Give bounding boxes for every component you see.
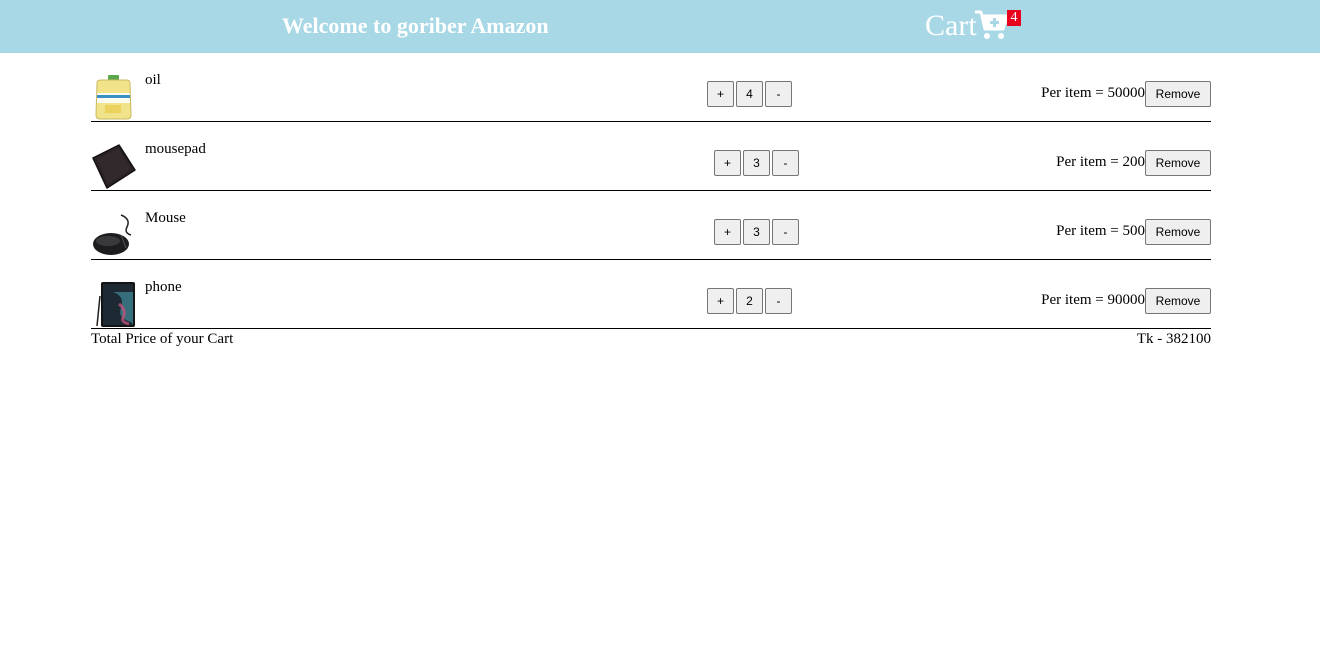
- item-name: phone: [145, 279, 182, 295]
- price-area: Per item = 90000 Remove: [1041, 288, 1211, 314]
- increase-quantity-button[interactable]: +: [707, 288, 734, 314]
- price-area: Per item = 200 Remove: [1056, 150, 1211, 176]
- cart-row-oil: oil + 4 - Per item = 50000 Remove: [91, 71, 1211, 122]
- quantity-value: 2: [736, 288, 763, 314]
- quantity-stepper: + 3 -: [714, 150, 799, 176]
- increase-quantity-button[interactable]: +: [714, 150, 741, 176]
- quantity-stepper: + 3 -: [714, 219, 799, 245]
- quantity-stepper: + 2 -: [707, 288, 792, 314]
- per-item-price: Per item = 500: [1056, 222, 1145, 239]
- price-area: Per item = 500 Remove: [1056, 219, 1211, 245]
- price-area: Per item = 50000 Remove: [1041, 81, 1211, 107]
- site-header: Welcome to goriber Amazon Cart 4: [0, 0, 1320, 53]
- cart-count-badge: 4: [1007, 10, 1021, 26]
- cart-label: Cart: [925, 9, 977, 42]
- remove-item-button[interactable]: Remove: [1145, 288, 1211, 314]
- item-name: Mouse: [145, 210, 186, 226]
- cart-row-mouse: Mouse + 3 - Per item = 500 Remove: [91, 209, 1211, 260]
- total-price-value: Tk - 382100: [1136, 331, 1211, 347]
- item-name: mousepad: [145, 141, 206, 157]
- increase-quantity-button[interactable]: +: [714, 219, 741, 245]
- cart-total-row: Total Price of your Cart Tk - 382100: [91, 330, 1211, 348]
- per-item-price: Per item = 50000: [1041, 84, 1145, 101]
- item-name: oil: [145, 72, 161, 88]
- per-item-price: Per item = 90000: [1041, 291, 1145, 308]
- decrease-quantity-button[interactable]: -: [772, 219, 799, 245]
- shopping-cart-plus-icon: [975, 10, 1009, 39]
- increase-quantity-button[interactable]: +: [707, 81, 734, 107]
- quantity-stepper: + 4 -: [707, 81, 792, 107]
- quantity-value: 4: [736, 81, 763, 107]
- total-price-label: Total Price of your Cart: [91, 331, 234, 347]
- remove-item-button[interactable]: Remove: [1145, 150, 1211, 176]
- oil-bottle-image: [95, 75, 132, 120]
- cart-row-mousepad: mousepad + 3 - Per item = 200 Remove: [91, 140, 1211, 191]
- mousepad-image: [92, 144, 136, 189]
- decrease-quantity-button[interactable]: -: [772, 150, 799, 176]
- decrease-quantity-button[interactable]: -: [765, 288, 792, 314]
- site-title: Welcome to goriber Amazon: [282, 13, 549, 38]
- decrease-quantity-button[interactable]: -: [765, 81, 792, 107]
- per-item-price: Per item = 200: [1056, 153, 1145, 170]
- phone-image: [96, 282, 135, 327]
- cart-row-phone: phone + 2 - Per item = 90000 Remove: [91, 278, 1211, 329]
- mouse-image: [93, 214, 132, 255]
- quantity-value: 3: [743, 150, 770, 176]
- quantity-value: 3: [743, 219, 770, 245]
- remove-item-button[interactable]: Remove: [1145, 219, 1211, 245]
- remove-item-button[interactable]: Remove: [1145, 81, 1211, 107]
